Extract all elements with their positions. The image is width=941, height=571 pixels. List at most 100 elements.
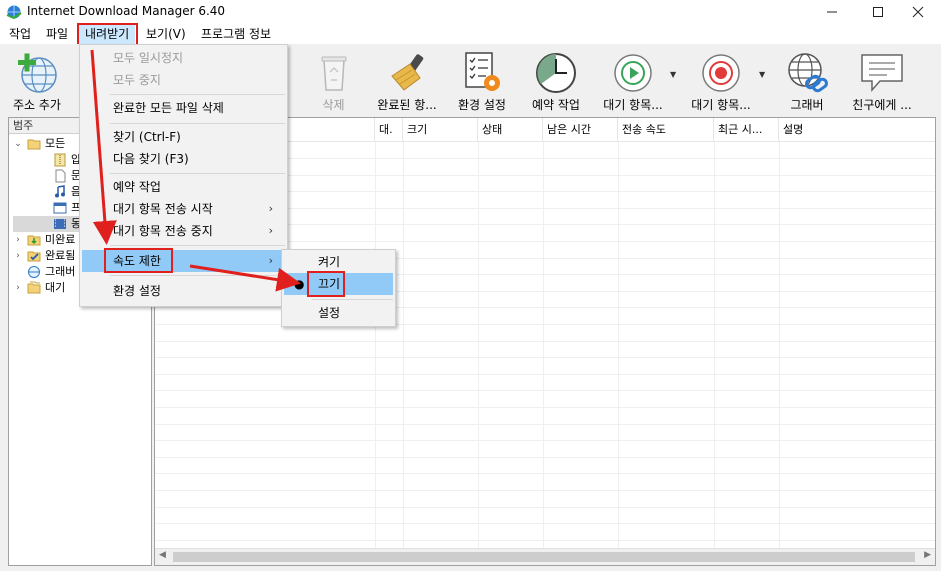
grid-row-line	[155, 324, 935, 325]
grid-column-line	[543, 142, 544, 548]
menu-item-scheduler[interactable]: 예약 작업	[82, 176, 285, 198]
menu-separator	[110, 123, 285, 124]
horizontal-scrollbar[interactable]: ◀ ▶	[155, 548, 935, 565]
submenu-item-turn-on[interactable]: 켜기	[284, 251, 393, 273]
scrollbar-thumb[interactable]	[173, 552, 915, 562]
music-note-icon	[55, 185, 65, 198]
delete-label: 삭제	[322, 98, 345, 112]
column-header-size[interactable]: 크기	[403, 118, 478, 142]
clock-icon	[536, 53, 576, 93]
record-stop-icon	[702, 54, 740, 92]
submenu-arrow-icon: ›	[268, 254, 273, 267]
grid-column-line	[478, 142, 479, 548]
folder-download-icon	[27, 235, 41, 246]
tell-friend-label: 친구에게 ...	[852, 98, 912, 112]
program-window-icon	[53, 202, 67, 214]
grid-row-line	[155, 390, 935, 391]
expanded-chevron-icon[interactable]: ⌄	[13, 136, 23, 152]
recycle-bin-icon	[321, 56, 346, 91]
column-header-description[interactable]: 설명	[779, 118, 935, 142]
grid-row-line	[155, 473, 935, 474]
menu-item-options[interactable]: 환경 설정	[82, 280, 285, 302]
menu-item-pause-all[interactable]: 모두 일시정지	[82, 47, 285, 69]
scheduler-button[interactable]: 예약 작업	[525, 48, 587, 112]
submenu-arrow-icon: ›	[268, 224, 273, 237]
collapsed-chevron-icon[interactable]: ›	[13, 280, 23, 296]
options-button[interactable]: 환경 설정	[450, 48, 514, 112]
menu-file[interactable]: 파일	[40, 24, 74, 44]
stop-queue-label: 대기 항목...	[691, 98, 751, 112]
menu-separator	[110, 94, 285, 95]
menu-task[interactable]: 작업	[3, 24, 37, 44]
grid-row-line	[155, 507, 935, 508]
grid-row-line	[155, 440, 935, 441]
minimize-button[interactable]	[809, 0, 855, 24]
scheduler-label: 예약 작업	[532, 98, 580, 112]
scroll-left-icon[interactable]: ◀	[159, 550, 166, 560]
collapsed-chevron-icon[interactable]: ›	[13, 248, 23, 264]
delete-button[interactable]: 삭제	[306, 48, 361, 112]
broom-icon	[391, 54, 424, 91]
grid-row-line	[155, 540, 935, 541]
column-header-last-try[interactable]: 최근 시...	[714, 118, 779, 142]
folder-queue-icon	[27, 281, 41, 294]
grid-row-line	[155, 457, 935, 458]
grabber-label: 그래버	[790, 98, 824, 112]
speed-limiter-submenu: 켜기 ● 끄기 설정	[281, 249, 396, 327]
grid-row-line	[155, 407, 935, 408]
menu-item-delete-completed[interactable]: 완료한 모든 파일 삭제	[82, 97, 285, 119]
submenu-arrow-icon: ›	[268, 202, 273, 215]
stop-queue-button[interactable]: 대기 항목...	[688, 48, 754, 112]
menu-download[interactable]: 내려받기	[79, 24, 136, 44]
menu-item-find[interactable]: 찾기 (Ctrl-F)	[82, 126, 285, 148]
collapsed-chevron-icon[interactable]: ›	[13, 232, 23, 248]
menu-item-start-queue[interactable]: 대기 항목 전송 시작 ›	[82, 198, 285, 220]
menu-item-find-next[interactable]: 다음 찾기 (F3)	[82, 148, 285, 170]
add-url-icon	[18, 53, 57, 93]
start-queue-button[interactable]: 대기 항목...	[600, 48, 666, 112]
menu-separator	[312, 299, 393, 300]
options-label: 환경 설정	[458, 98, 506, 112]
grid-row-line	[155, 357, 935, 358]
menu-separator	[110, 173, 285, 174]
menu-bar: 작업 파일 내려받기 보기(V) 프로그램 정보	[0, 24, 941, 44]
column-header-queue[interactable]: 대.	[375, 118, 403, 142]
folder-open-icon	[27, 139, 41, 150]
column-header-transfer-rate[interactable]: 전송 속도	[618, 118, 714, 142]
menu-separator	[110, 275, 285, 276]
tell-friend-button[interactable]: 친구에게 ...	[846, 48, 918, 112]
idm-globe-icon	[6, 5, 22, 20]
grid-row-line	[155, 341, 935, 342]
menu-about[interactable]: 프로그램 정보	[195, 24, 277, 44]
menu-item-speed-limiter[interactable]: 속도 제한 ›	[82, 250, 285, 272]
maximize-icon	[873, 7, 883, 17]
submenu-item-turn-off[interactable]: ● 끄기	[284, 273, 393, 295]
title-bar: Internet Download Manager 6.40	[0, 0, 941, 24]
column-header-time-left[interactable]: 남은 시간	[543, 118, 618, 142]
delete-completed-button[interactable]: 완료된 항...	[373, 48, 441, 112]
radio-checked-icon: ●	[294, 277, 305, 291]
column-header-status[interactable]: 상태	[478, 118, 543, 142]
grid-row-line	[155, 424, 935, 425]
menu-view[interactable]: 보기(V)	[140, 24, 192, 44]
window-title: Internet Download Manager 6.40	[27, 4, 226, 18]
close-button[interactable]	[895, 0, 941, 24]
grabber-button[interactable]: 그래버	[778, 48, 836, 112]
minimize-icon	[827, 11, 837, 13]
submenu-item-settings[interactable]: 설정	[284, 302, 393, 324]
add-url-label: 주소 추가	[13, 98, 61, 112]
settings-checklist-icon	[465, 52, 500, 91]
close-icon	[912, 6, 924, 18]
add-url-button[interactable]: 주소 추가	[2, 48, 72, 112]
grid-row-line	[155, 523, 935, 524]
menu-separator	[110, 245, 285, 246]
document-icon	[55, 169, 66, 183]
menu-item-stop-all[interactable]: 모두 중지	[82, 69, 285, 91]
scroll-right-icon[interactable]: ▶	[924, 550, 931, 560]
menu-item-stop-queue[interactable]: 대기 항목 전송 중지 ›	[82, 220, 285, 242]
speech-bubble-icon	[861, 54, 903, 92]
stop-queue-dropdown-arrow-icon[interactable]: ▼	[759, 70, 765, 79]
start-queue-dropdown-arrow-icon[interactable]: ▼	[670, 70, 676, 79]
grid-column-line	[779, 142, 780, 548]
grid-row-line	[155, 374, 935, 375]
